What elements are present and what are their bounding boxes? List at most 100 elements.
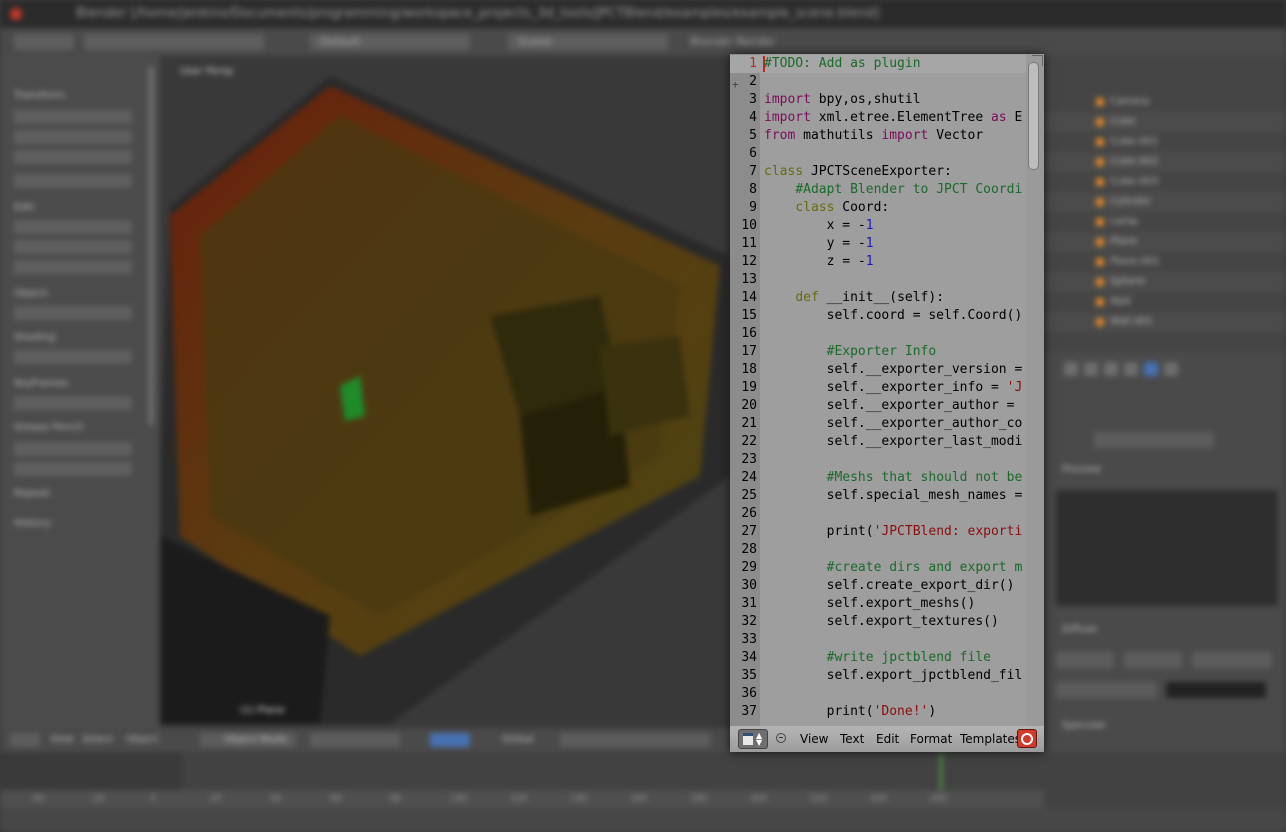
code-line[interactable]: 17 #Exporter Info [730,343,1026,361]
editor-type-menu[interactable] [14,34,74,50]
vertical-scrollbar[interactable] [1026,54,1044,726]
toolshelf-header[interactable]: Shading: [14,332,58,343]
toolshelf-header[interactable]: Transform: [14,90,67,101]
outliner-row[interactable]: Lamp [1044,212,1286,232]
scrollbar-thumb[interactable] [1028,62,1039,170]
property-field[interactable] [1192,652,1272,668]
outliner-row[interactable]: Cube.001 [1044,132,1286,152]
toolshelf-button[interactable] [14,462,132,476]
code-line[interactable]: 8 #Adapt Blender to JPCT Coordi [730,181,1026,199]
toolshelf-button[interactable] [14,110,132,124]
code-line[interactable]: 6 [730,145,1026,163]
toolshelf-button[interactable] [14,174,132,188]
select-menu[interactable]: Select [82,734,113,745]
code-line[interactable]: 15 self.coord = self.Coord() [730,307,1026,325]
code-line[interactable]: 36 [730,685,1026,703]
outliner-row[interactable]: Cube [1044,112,1286,132]
code-line[interactable]: 9 class Coord: [730,199,1026,217]
code-line[interactable]: 22 self.__exporter_last_modi [730,433,1026,451]
code-area[interactable]: 1 #TODO: Add as plugin 2 3 import bpy,os,shu… [730,54,1026,726]
collapse-menus-icon[interactable] [776,733,786,743]
toolshelf-header[interactable]: Grease Pencil: [14,422,85,433]
code-line[interactable]: 24 #Meshs that should not be [730,469,1026,487]
toolshelf-button[interactable] [14,220,132,234]
toolshelf-button[interactable] [14,150,132,164]
outliner-row[interactable]: Plane.001 [1044,252,1286,272]
code-line[interactable]: 28 [730,541,1026,559]
menu-format[interactable]: Format [910,732,952,746]
outliner-row[interactable]: Sphere [1044,272,1286,292]
code-line[interactable]: 33 [730,631,1026,649]
code-line[interactable]: 12 z = -1 [730,253,1026,271]
code-line[interactable]: 35 self.export_jpctblend_fil [730,667,1026,685]
toolshelf-header[interactable]: Repeat: [14,488,53,499]
close-window-icon[interactable] [10,8,22,20]
timeline-frame-cursor[interactable] [940,752,942,790]
outliner-row[interactable]: Plane [1044,232,1286,252]
code-line[interactable]: 20 self.__exporter_author = [730,397,1026,415]
pivot-button[interactable] [430,733,470,747]
toolshelf-button[interactable] [14,396,132,410]
layer-buttons[interactable] [560,733,710,747]
toolshelf-button[interactable] [14,442,132,456]
property-field[interactable] [1056,652,1114,668]
code-line[interactable]: 5 from mathutils import Vector [730,127,1026,145]
code-line[interactable]: 26 [730,505,1026,523]
world-tab-icon[interactable] [1104,362,1118,376]
code-line[interactable]: 27 print('JPCTBlend: exporti [730,523,1026,541]
code-line[interactable]: 16 [730,325,1026,343]
code-line[interactable]: 13 [730,271,1026,289]
code-line[interactable]: 1 #TODO: Add as plugin [730,55,1026,73]
object-tab-icon[interactable] [1124,362,1138,376]
code-line[interactable]: 14 def __init__(self): [730,289,1026,307]
outliner-row[interactable]: Wall.001 [1044,312,1286,332]
outliner-row[interactable]: Wall [1044,292,1286,312]
shading-buttons[interactable] [310,733,400,747]
code-line[interactable]: 29 #create dirs and export m [730,559,1026,577]
outliner-row[interactable]: Cylinder [1044,192,1286,212]
outliner-row[interactable]: Cube.003 [1044,172,1286,192]
diffuse-section-header[interactable]: Diffuse [1062,624,1097,635]
material-slot-field[interactable] [1094,432,1214,448]
toolshelf-button[interactable] [14,240,132,254]
render-tab-icon[interactable] [1064,362,1078,376]
menu-templates[interactable]: Templates [960,732,1021,746]
code-line[interactable]: 31 self.export_meshs() [730,595,1026,613]
toolshelf-header[interactable]: History: [14,518,52,529]
scene-tab-icon[interactable] [1084,362,1098,376]
code-line[interactable]: 10 x = -1 [730,217,1026,235]
lifebuoy-icon[interactable] [1017,729,1037,748]
code-line[interactable]: 3 import bpy,os,shutil [730,91,1026,109]
object-menu[interactable]: Object [126,734,159,745]
menu-view[interactable]: View [800,732,828,746]
code-line[interactable]: 4 import xml.etree.ElementTree as E [730,109,1026,127]
toolshelf-button[interactable] [14,260,132,274]
code-line[interactable]: 34 #write jpctblend file [730,649,1026,667]
texture-tab-icon[interactable] [1164,362,1178,376]
render-engine-label[interactable]: Blender Render [690,35,775,48]
code-line[interactable]: 21 self.__exporter_author_co [730,415,1026,433]
code-line[interactable]: 25 self.special_mesh_names = [730,487,1026,505]
toolshelf-header[interactable]: Edit: [14,202,37,213]
toolshelf-button[interactable] [14,130,132,144]
toolshelf-header[interactable]: Keyframes: [14,378,70,389]
code-line[interactable]: 18 self.__exporter_version = [730,361,1026,379]
toolshelf-scrollbar[interactable] [148,66,154,426]
toolshelf-button[interactable] [14,306,132,320]
preview-section-header[interactable]: Preview [1062,464,1101,475]
outliner-row[interactable]: Cube.002 [1044,152,1286,172]
code-line[interactable]: 32 self.export_textures() [730,613,1026,631]
code-line[interactable]: 19 self.__exporter_info = 'J [730,379,1026,397]
editor-type-button[interactable]: ▲ ▼ [738,729,768,749]
outliner-row[interactable]: Camera [1044,92,1286,112]
code-line[interactable]: 23 [730,451,1026,469]
property-field[interactable] [1124,652,1182,668]
menu-strip[interactable] [84,34,264,50]
menu-edit[interactable]: Edit [876,732,899,746]
material-tab-icon[interactable] [1144,362,1158,376]
code-line[interactable]: 37 print('Done!') [730,703,1026,721]
specular-section-header[interactable]: Specular [1062,720,1106,731]
code-line[interactable]: 11 y = -1 [730,235,1026,253]
code-line[interactable]: 30 self.create_export_dir() [730,577,1026,595]
orientation-label[interactable]: Global [502,734,534,745]
